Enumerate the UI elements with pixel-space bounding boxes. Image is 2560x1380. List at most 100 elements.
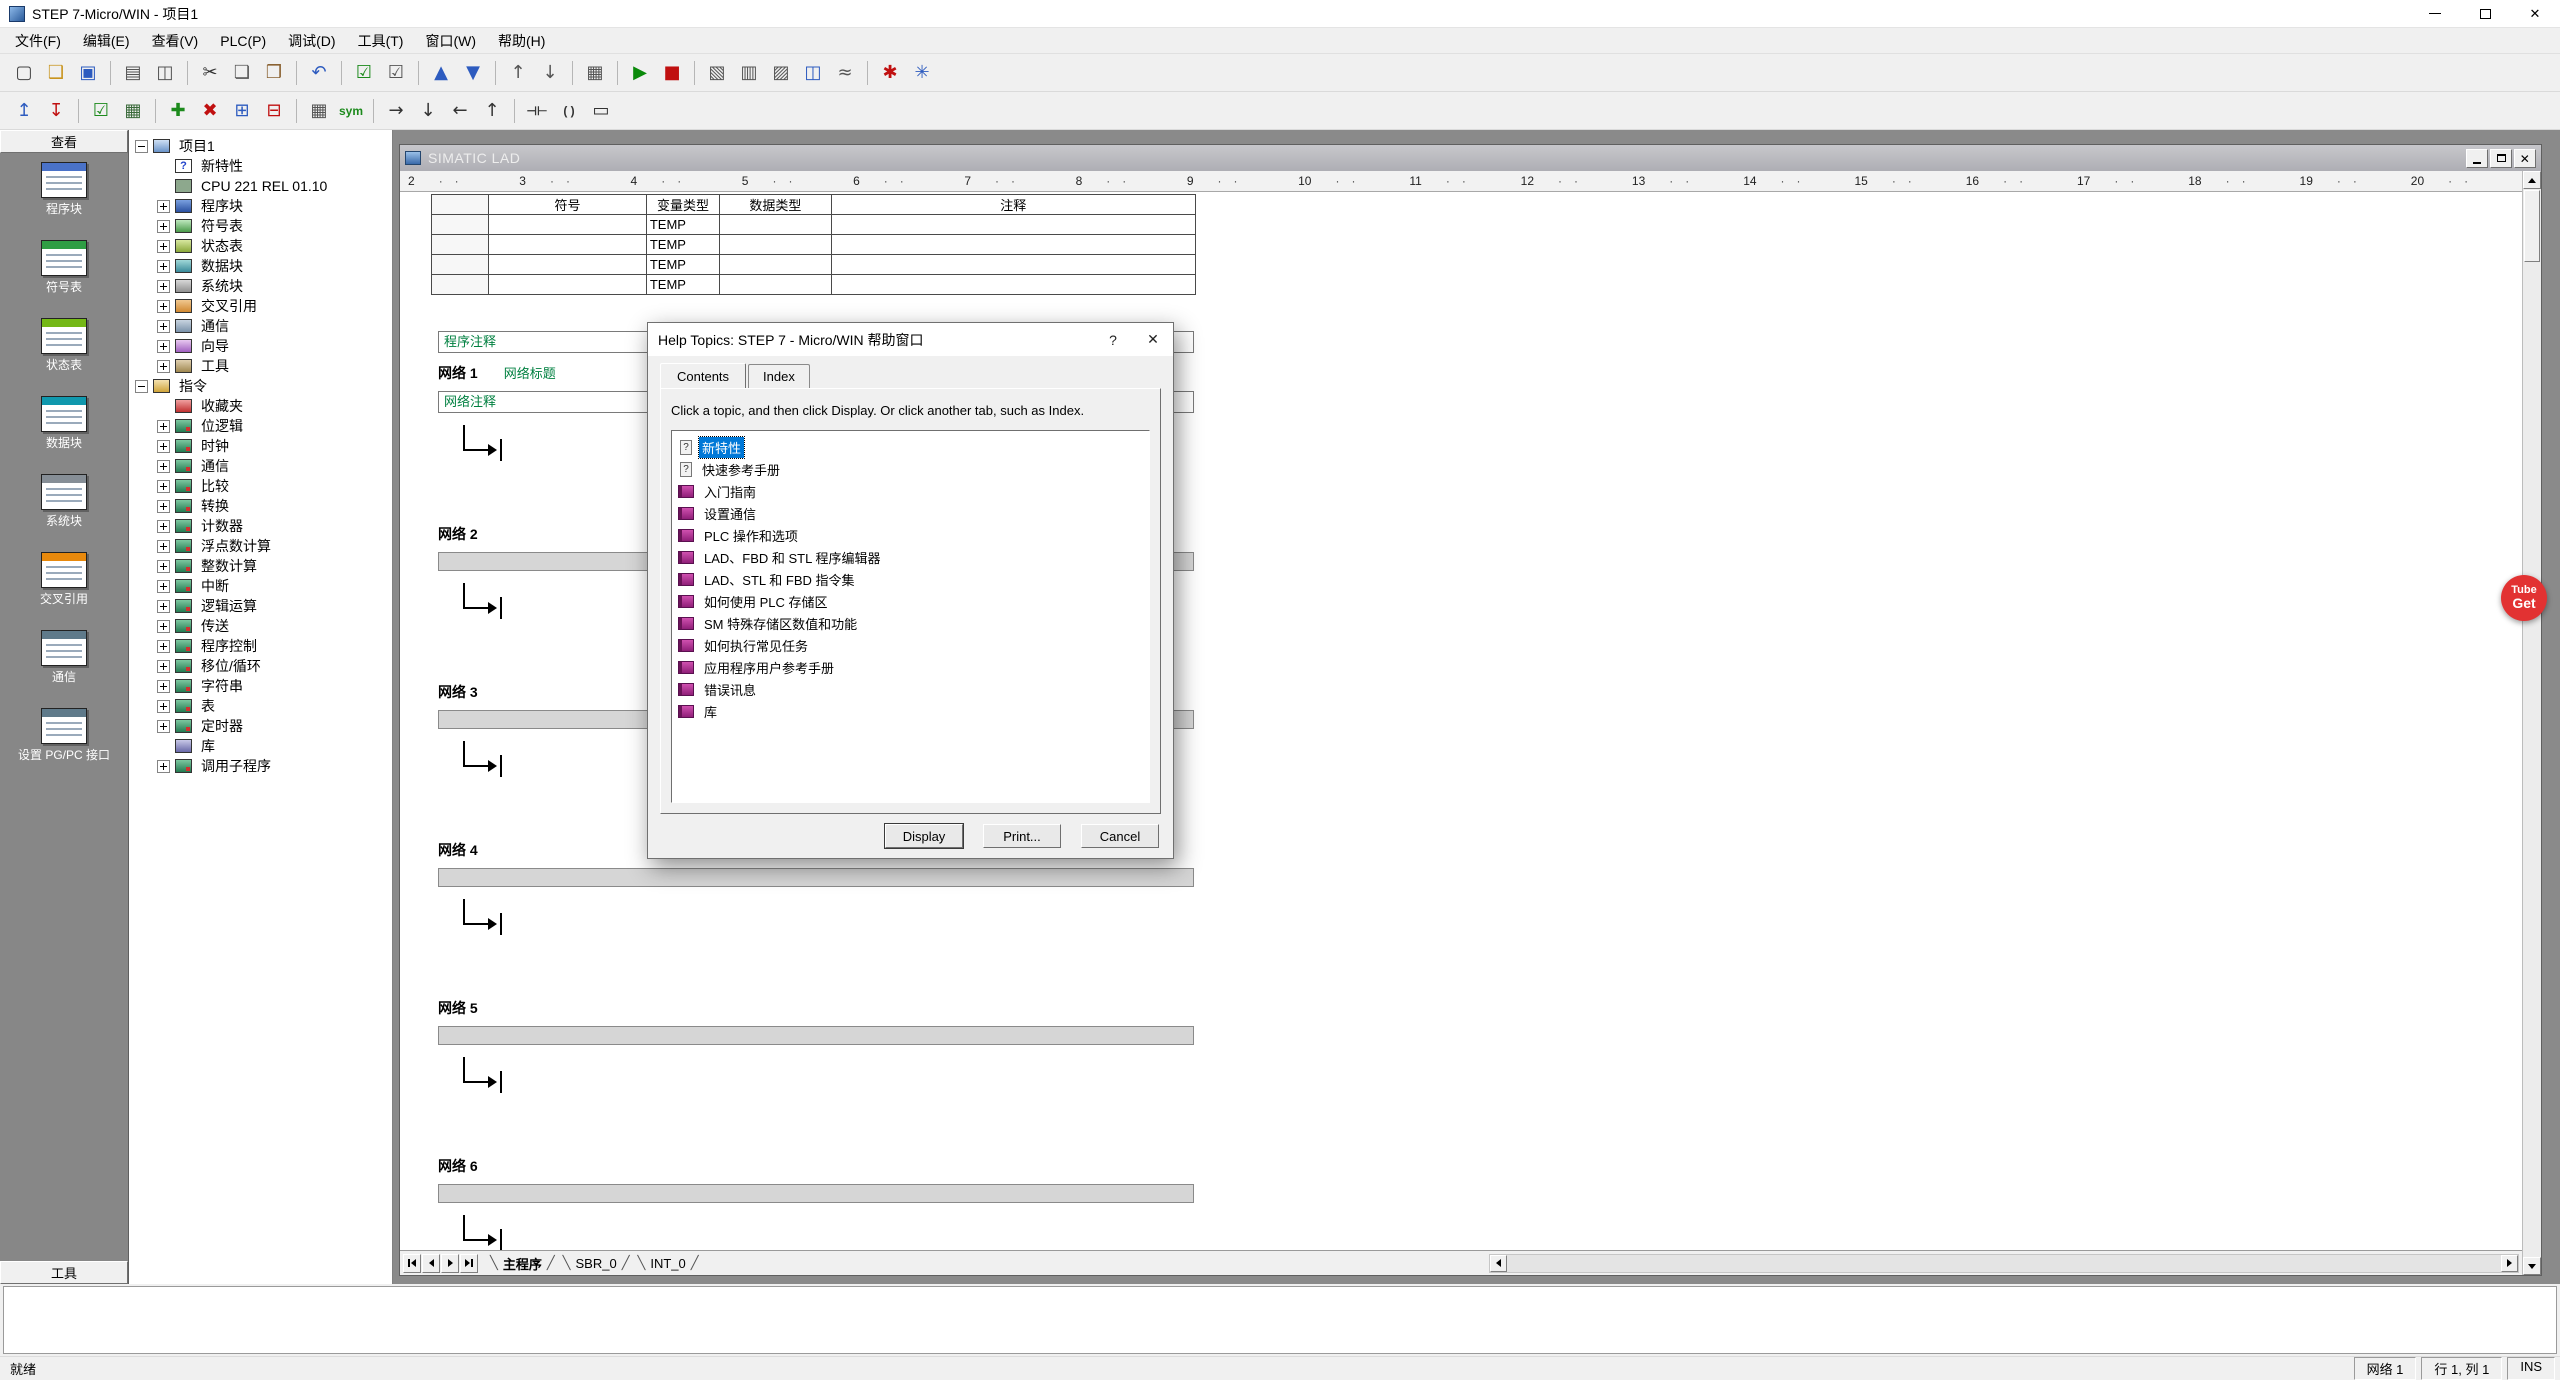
insert-coil-button[interactable]: ( ) [554, 96, 584, 126]
topic-item[interactable]: LAD、FBD 和 STL 程序编辑器 [674, 546, 1147, 568]
expand-icon[interactable] [157, 560, 170, 573]
print-button[interactable]: ▤ [118, 58, 148, 88]
expand-icon[interactable] [157, 760, 170, 773]
network-title[interactable]: 网络标题 [504, 363, 556, 382]
symbol-cell[interactable] [489, 215, 647, 235]
tree-item[interactable]: 逻辑运算 [129, 596, 392, 616]
tree-item[interactable]: 项目1 [129, 136, 392, 156]
tree-item[interactable]: 程序控制 [129, 636, 392, 656]
topic-item[interactable]: 如何使用 PLC 存储区 [674, 590, 1147, 612]
close-button[interactable] [2510, 0, 2560, 27]
delete-network-button[interactable]: ⊟ [259, 96, 289, 126]
download-button[interactable]: ▼ [458, 58, 488, 88]
menu-item[interactable]: 帮助(H) [487, 28, 556, 54]
pou-tab[interactable]: 主程序 [486, 1251, 559, 1275]
next-tab-button[interactable] [441, 1254, 459, 1273]
expand-icon[interactable] [157, 700, 170, 713]
menu-item[interactable]: 查看(V) [141, 28, 210, 54]
menu-item[interactable]: 窗口(W) [414, 28, 487, 54]
unforce-button[interactable]: ✳ [907, 58, 937, 88]
vertical-scrollbar[interactable] [2522, 171, 2541, 1275]
lad-restore-button[interactable] [2490, 149, 2512, 168]
dialog-close-button[interactable] [1133, 323, 1173, 356]
dialog-title-bar[interactable]: Help Topics: STEP 7 - Micro/WIN 帮助窗口 [648, 323, 1173, 356]
toggle-symbols-button[interactable]: sym [336, 96, 366, 126]
expand-icon[interactable] [157, 540, 170, 553]
ladder-entry[interactable] [458, 583, 504, 633]
expand-icon[interactable] [157, 680, 170, 693]
dialog-tab-index[interactable]: Index [748, 364, 810, 389]
tree-item[interactable]: 收藏夹 [129, 396, 392, 416]
tree-item[interactable]: 定时器 [129, 716, 392, 736]
topic-item[interactable]: SM 特殊存储区数值和功能 [674, 612, 1147, 634]
expand-icon[interactable] [157, 440, 170, 453]
menu-item[interactable]: PLC(P) [209, 30, 277, 52]
plc-upload-button[interactable]: ↥ [9, 96, 39, 126]
sidebar-item-symbol-table[interactable]: 符号表 [0, 231, 128, 309]
insert-contact-button[interactable]: ⊣⊢ [522, 96, 552, 126]
options-button[interactable]: ▦ [580, 58, 610, 88]
print-preview-button[interactable]: ◫ [150, 58, 180, 88]
expand-icon[interactable] [157, 580, 170, 593]
tree-item[interactable]: 程序块 [129, 196, 392, 216]
var-type-cell[interactable]: TEMP [646, 215, 719, 235]
topic-item[interactable]: 如何执行常见任务 [674, 634, 1147, 656]
vertical-scroll-thumb[interactable] [2524, 190, 2540, 262]
table-row[interactable]: TEMP [432, 235, 1196, 255]
line-right-button[interactable]: → [381, 96, 411, 126]
network-comment-bar[interactable] [438, 868, 1194, 887]
tree-item[interactable]: 位逻辑 [129, 416, 392, 436]
expand-icon[interactable] [157, 480, 170, 493]
open-project-button[interactable]: ❑ [41, 58, 71, 88]
run-button[interactable]: ▶ [625, 58, 655, 88]
var-type-cell[interactable]: TEMP [646, 275, 719, 295]
topics-list[interactable]: 新特性快速参考手册入门指南设置通信PLC 操作和选项LAD、FBD 和 STL … [671, 430, 1150, 803]
expand-icon[interactable] [157, 720, 170, 733]
row-header-cell[interactable] [432, 255, 489, 275]
comment-cell[interactable] [831, 275, 1195, 295]
lad-close-button[interactable] [2514, 149, 2536, 168]
scroll-down-button[interactable] [2523, 1257, 2541, 1275]
data-type-cell[interactable] [720, 255, 831, 275]
pou-tab[interactable]: SBR_0 [559, 1251, 634, 1275]
tubeget-badge[interactable]: Tube Get [2501, 575, 2547, 621]
data-type-cell[interactable] [720, 215, 831, 235]
tree-item[interactable]: 数据块 [129, 256, 392, 276]
tools-bar-header[interactable]: 工具 [0, 1261, 128, 1284]
expand-icon[interactable] [157, 500, 170, 513]
expand-icon[interactable] [157, 640, 170, 653]
collapse-icon[interactable] [135, 140, 148, 153]
ladder-entry[interactable] [458, 425, 504, 475]
symbolic-addressing-button[interactable]: ☑ [86, 96, 116, 126]
expand-icon[interactable] [157, 320, 170, 333]
comment-cell[interactable] [831, 235, 1195, 255]
delete-row-button[interactable]: ✖ [195, 96, 225, 126]
topic-item[interactable]: 入门指南 [674, 480, 1147, 502]
tree-item[interactable]: 系统块 [129, 276, 392, 296]
force-button[interactable]: ✱ [875, 58, 905, 88]
sidebar-item-program-block[interactable]: 程序块 [0, 153, 128, 231]
dialog-help-button[interactable] [1093, 323, 1133, 356]
sidebar-item-cross-reference[interactable]: 交叉引用 [0, 543, 128, 621]
tree-item[interactable]: 浮点数计算 [129, 536, 392, 556]
tree-item[interactable]: 新特性 [129, 156, 392, 176]
expand-icon[interactable] [157, 460, 170, 473]
expand-icon[interactable] [157, 280, 170, 293]
tree-item[interactable]: 通信 [129, 456, 392, 476]
tree-item[interactable]: 调用子程序 [129, 756, 392, 776]
expand-icon[interactable] [157, 200, 170, 213]
paste-button[interactable]: ❒ [259, 58, 289, 88]
comment-cell[interactable] [831, 255, 1195, 275]
insert-row-button[interactable]: ✚ [163, 96, 193, 126]
scroll-left-button[interactable] [1490, 1255, 1507, 1272]
sidebar-item-data-block[interactable]: 数据块 [0, 387, 128, 465]
tree-item[interactable]: CPU 221 REL 01.10 [129, 176, 392, 196]
vertical-scroll-track[interactable] [2523, 263, 2541, 1257]
scroll-right-button[interactable] [2501, 1255, 2518, 1272]
expand-icon[interactable] [157, 220, 170, 233]
expand-icon[interactable] [157, 420, 170, 433]
horizontal-scroll-track[interactable] [1507, 1255, 2501, 1272]
status-chart-button[interactable]: ▨ [766, 58, 796, 88]
line-up-button[interactable]: ↑ [477, 96, 507, 126]
copy-button[interactable]: ❏ [227, 58, 257, 88]
